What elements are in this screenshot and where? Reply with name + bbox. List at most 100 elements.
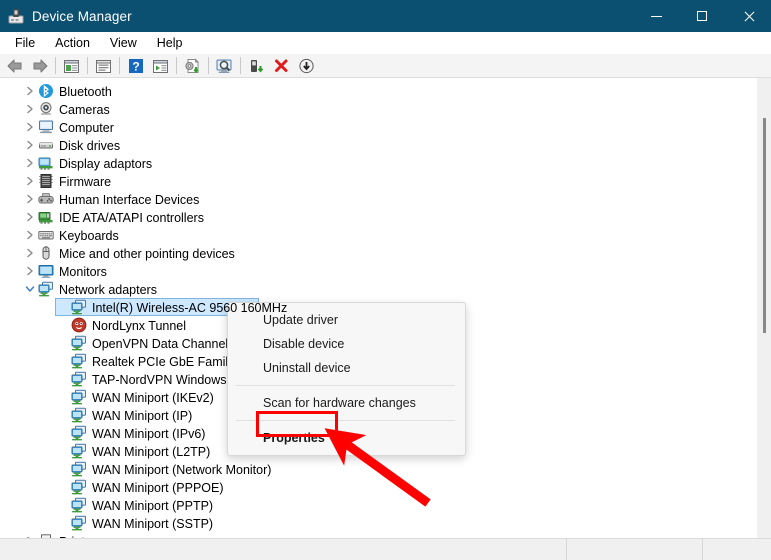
chevron-right-icon[interactable]: [55, 406, 71, 424]
tree-item[interactable]: WAN Miniport (PPTP): [0, 496, 771, 514]
disable-device-icon: [299, 58, 314, 73]
ide-controller-icon: [38, 209, 54, 225]
chevron-right-icon[interactable]: [22, 154, 38, 172]
title-bar: Device Manager: [0, 0, 771, 32]
menu-view[interactable]: View: [101, 34, 146, 52]
chevron-right-icon[interactable]: [22, 136, 38, 154]
chevron-right-icon[interactable]: [22, 226, 38, 244]
context-menu-item-properties[interactable]: Properties: [228, 426, 465, 450]
chevron-right-icon[interactable]: [22, 208, 38, 226]
show-hide-console-tree-icon: [64, 59, 79, 73]
toolbar: ?: [0, 54, 771, 78]
network-adapter-icon: [71, 479, 87, 495]
toolbar-separator: [240, 57, 241, 74]
show-hide-action-pane-button[interactable]: [148, 55, 173, 77]
tree-item[interactable]: Monitors: [0, 262, 771, 280]
tree-item-label: WAN Miniport (PPPOE): [92, 480, 224, 495]
tree-item[interactable]: Cameras: [0, 100, 771, 118]
network-adapter-icon: [71, 515, 87, 531]
chevron-right-icon[interactable]: [55, 352, 71, 370]
chevron-right-icon[interactable]: [22, 100, 38, 118]
menu-file[interactable]: File: [6, 34, 44, 52]
chevron-right-icon[interactable]: [22, 82, 38, 100]
scan-for-hardware-changes-button[interactable]: [212, 55, 237, 77]
enable-device-icon: [250, 59, 263, 73]
chevron-right-icon[interactable]: [22, 244, 38, 262]
device-manager-icon: [8, 8, 24, 24]
display-adapter-icon: [38, 155, 54, 171]
tree-item[interactable]: Human Interface Devices: [0, 190, 771, 208]
properties-button[interactable]: [91, 55, 116, 77]
show-hide-action-pane-icon: [153, 59, 168, 73]
window-controls: [633, 0, 771, 32]
chevron-down-icon[interactable]: [22, 280, 38, 298]
context-menu-item-uninstall-device[interactable]: Uninstall device: [228, 356, 465, 380]
chevron-right-icon[interactable]: [55, 478, 71, 496]
status-bar: [0, 538, 771, 560]
back-button[interactable]: [2, 55, 27, 77]
window-title: Device Manager: [32, 8, 132, 24]
tree-item[interactable]: Network adapters: [0, 280, 771, 298]
tree-item[interactable]: Bluetooth: [0, 82, 771, 100]
tree-item[interactable]: Firmware: [0, 172, 771, 190]
chevron-right-icon[interactable]: [55, 514, 71, 532]
forward-button[interactable]: [27, 55, 52, 77]
chevron-right-icon[interactable]: [22, 262, 38, 280]
tree-item-label: Human Interface Devices: [59, 192, 200, 207]
close-button[interactable]: [725, 0, 771, 32]
chevron-right-icon[interactable]: [55, 316, 71, 334]
tree-item[interactable]: WAN Miniport (SSTP): [0, 514, 771, 532]
tree-item-label: Computer: [59, 120, 114, 135]
network-adapter-icon: [71, 335, 87, 351]
network-adapter-icon: [71, 497, 87, 513]
show-hide-console-tree-button[interactable]: [59, 55, 84, 77]
chevron-right-icon[interactable]: [22, 190, 38, 208]
tree-item-label: Bluetooth: [59, 84, 112, 99]
tree-item-label: NordLynx Tunnel: [92, 318, 187, 333]
chevron-right-icon[interactable]: [22, 172, 38, 190]
scan-for-hardware-changes-icon: [216, 59, 232, 73]
context-menu-item-disable-device[interactable]: Disable device: [228, 332, 465, 356]
vertical-scrollbar[interactable]: [757, 78, 771, 538]
uninstall-device-button[interactable]: [269, 55, 294, 77]
help-icon: ?: [128, 58, 143, 73]
chevron-right-icon[interactable]: [55, 460, 71, 478]
chevron-right-icon[interactable]: [55, 424, 71, 442]
disable-device-button[interactable]: [294, 55, 319, 77]
network-adapter-icon: [71, 443, 87, 459]
context-menu-item-scan-for-hardware-changes[interactable]: Scan for hardware changes: [228, 391, 465, 415]
chevron-right-icon[interactable]: [55, 442, 71, 460]
network-adapter-icon: [71, 299, 87, 315]
chevron-right-icon[interactable]: [55, 334, 71, 352]
vertical-scrollbar-thumb[interactable]: [763, 118, 766, 333]
maximize-icon: [697, 11, 707, 21]
chevron-right-icon[interactable]: [55, 370, 71, 388]
maximize-button[interactable]: [679, 0, 725, 32]
tree-item-label: WAN Miniport (PPTP): [92, 498, 214, 513]
update-driver-button[interactable]: [180, 55, 205, 77]
chevron-right-icon[interactable]: [55, 496, 71, 514]
tree-item[interactable]: Disk drives: [0, 136, 771, 154]
menu-help[interactable]: Help: [148, 34, 192, 52]
tree-item-label: WAN Miniport (IKEv2): [92, 390, 214, 405]
chevron-right-icon[interactable]: [55, 388, 71, 406]
enable-device-button[interactable]: [244, 55, 269, 77]
tree-item[interactable]: Keyboards: [0, 226, 771, 244]
context-menu[interactable]: Update driver Disable device Uninstall dev…: [227, 302, 466, 456]
chevron-right-icon[interactable]: [22, 118, 38, 136]
tree-item[interactable]: Computer: [0, 118, 771, 136]
tree-item[interactable]: IDE ATA/ATAPI controllers: [0, 208, 771, 226]
minimize-button[interactable]: [633, 0, 679, 32]
disk-drive-icon: [38, 137, 54, 153]
tree-item[interactable]: Mice and other pointing devices: [0, 244, 771, 262]
tree-item-label: Mice and other pointing devices: [59, 246, 235, 261]
menu-action[interactable]: Action: [46, 34, 99, 52]
tree-item[interactable]: WAN Miniport (PPPOE): [0, 478, 771, 496]
tree-item-label: WAN Miniport (SSTP): [92, 516, 214, 531]
bluetooth-icon: [38, 83, 54, 99]
minimize-icon: [650, 15, 662, 17]
help-button[interactable]: ?: [123, 55, 148, 77]
tree-item[interactable]: Display adaptors: [0, 154, 771, 172]
tree-item[interactable]: WAN Miniport (Network Monitor): [0, 460, 771, 478]
network-adapter-icon: [71, 389, 87, 405]
